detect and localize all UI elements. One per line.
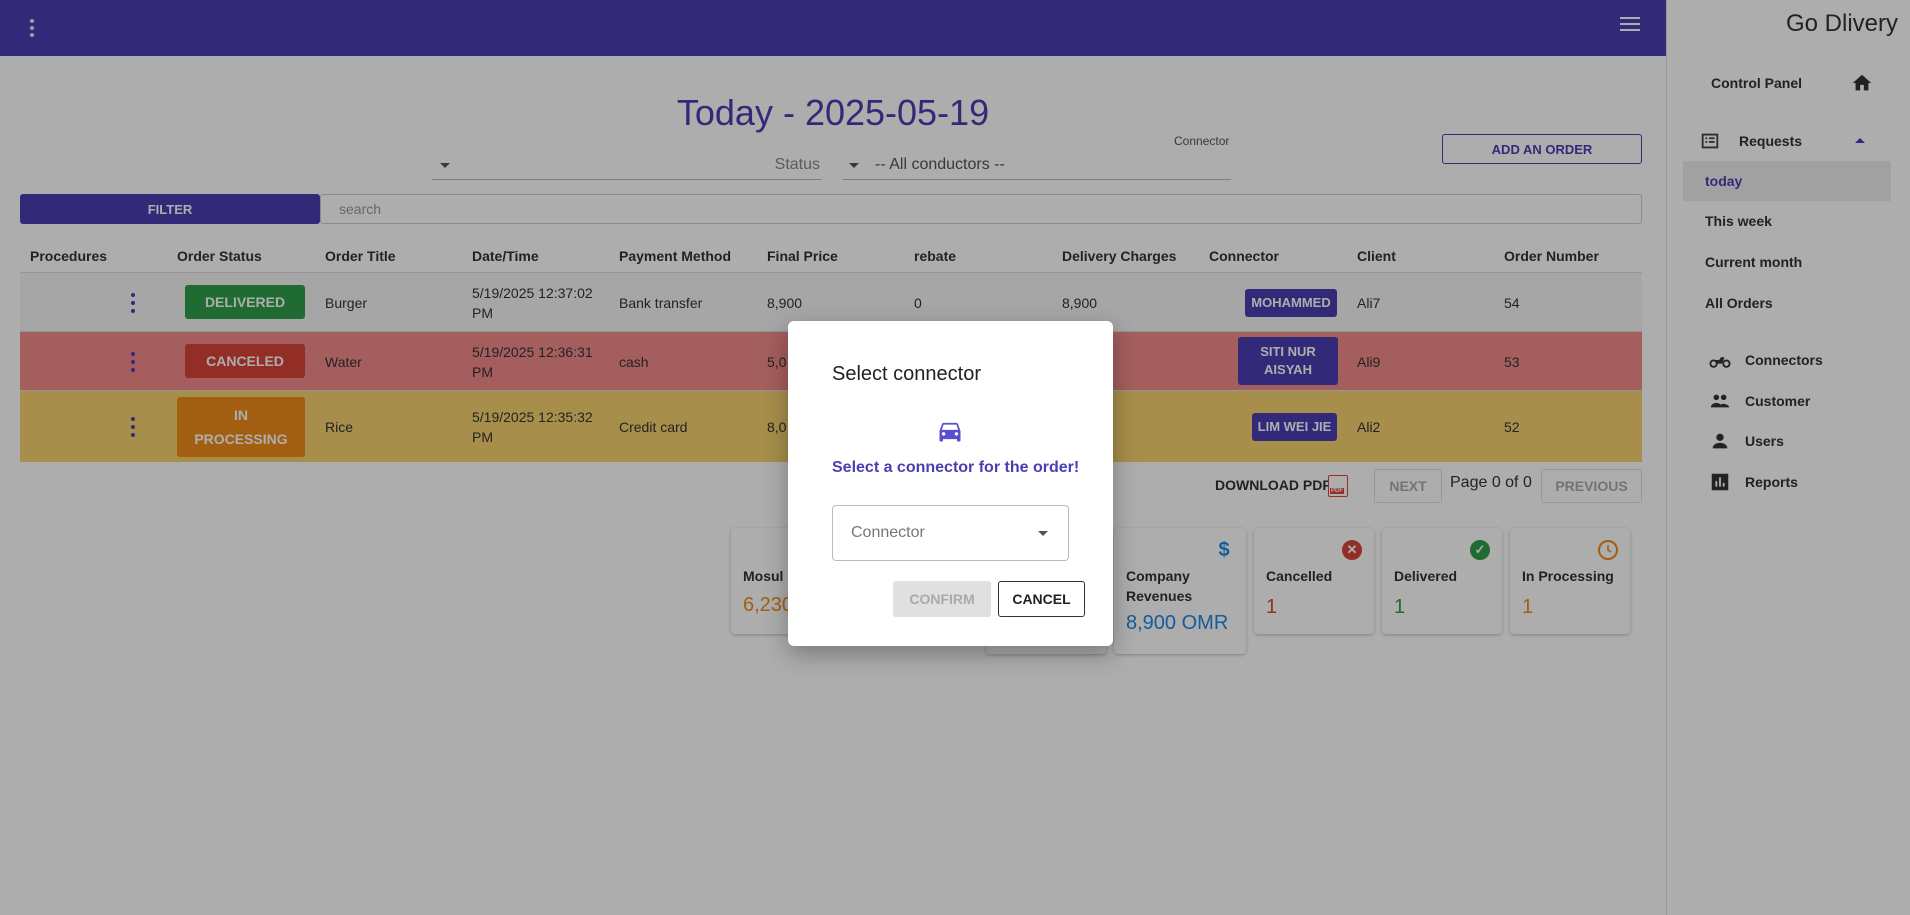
chevron-down-icon: [1038, 531, 1048, 536]
connector-select[interactable]: Connector: [832, 505, 1069, 561]
confirm-button[interactable]: CONFIRM: [893, 581, 991, 617]
car-icon: [939, 422, 961, 442]
dialog-message: Select a connector for the order!: [832, 459, 1080, 476]
select-connector-dialog: Select connector Select a connector for …: [788, 321, 1113, 646]
connector-select-placeholder: Connector: [851, 524, 925, 541]
dialog-title: Select connector: [832, 363, 981, 385]
cancel-button[interactable]: CANCEL: [998, 581, 1085, 617]
